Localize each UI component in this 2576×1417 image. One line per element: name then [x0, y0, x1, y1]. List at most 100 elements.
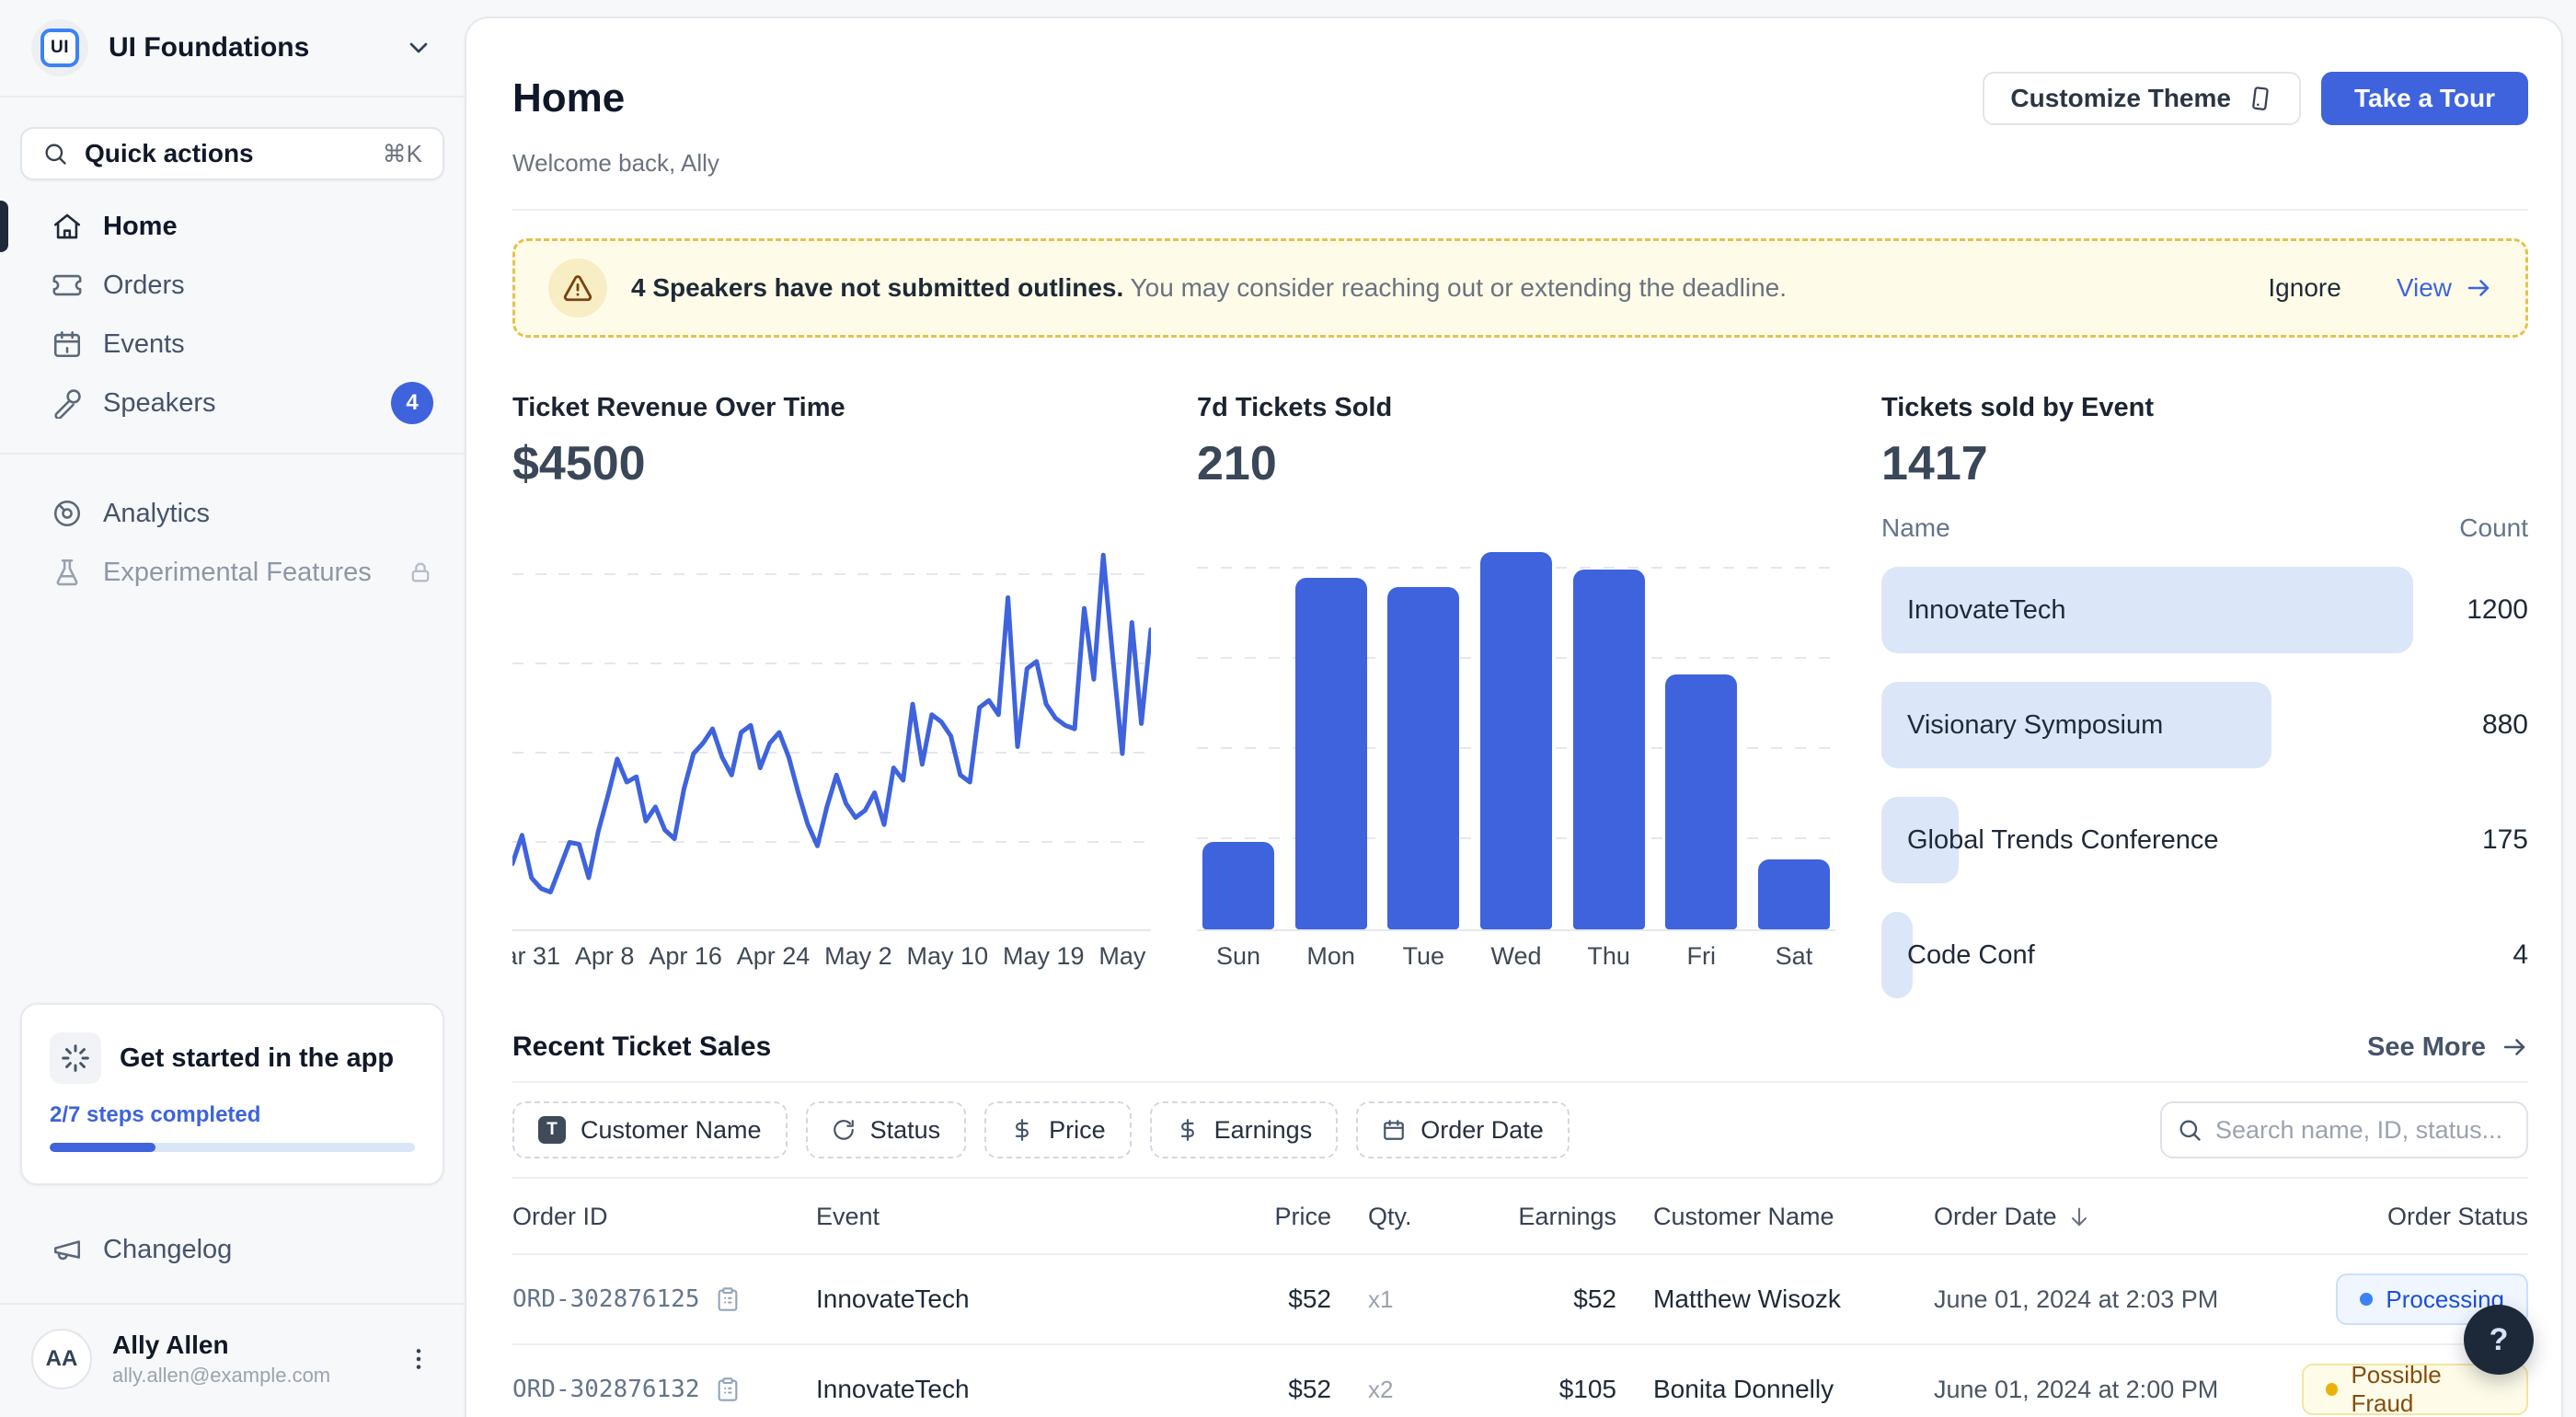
table-row[interactable]: ORD-302876132 InnovateTech $52 x2 $105 B…	[512, 1345, 2528, 1417]
filter-price[interactable]: Price	[984, 1101, 1132, 1158]
event-name: Visionary Symposium	[1907, 709, 2164, 740]
bar-label: Sat	[1775, 942, 1813, 970]
flask-icon	[52, 557, 83, 588]
event-count: 175	[2481, 824, 2528, 855]
tickets-x-axis: Sun Mon Tue Wed Thu Fri Sat	[1197, 942, 1835, 971]
bar-label: Sun	[1215, 942, 1261, 970]
price-cell: $52	[1288, 1285, 1331, 1313]
sidebar-item-experimental-features[interactable]: Experimental Features	[20, 545, 444, 600]
customize-theme-button[interactable]: Customize Theme	[1983, 72, 2301, 125]
filter-customer-name[interactable]: Customer Name	[512, 1101, 788, 1158]
event-name: Code Conf	[1907, 939, 2035, 970]
sidebar-item-changelog[interactable]: Changelog	[20, 1222, 444, 1277]
lock-icon	[408, 559, 433, 585]
bar-thu	[1572, 570, 1645, 929]
stats-section: Ticket Revenue Over Time $4500 Mar 31 Apr…	[512, 393, 2528, 998]
sidebar-item-label: Experimental Features	[103, 557, 372, 587]
ignore-button[interactable]: Ignore	[2268, 273, 2340, 303]
event-name: InnovateTech	[1907, 594, 2066, 625]
view-button[interactable]: View	[2397, 273, 2492, 303]
warning-triangle-icon	[548, 259, 607, 317]
bar-fri	[1665, 674, 1738, 929]
order-id: ORD-302876132	[512, 1376, 700, 1403]
workspace-switcher[interactable]: UI UI Foundations	[0, 0, 465, 96]
progress-fill	[50, 1143, 156, 1152]
sidebar-item-analytics[interactable]: Analytics	[20, 486, 444, 541]
x-tick: May 2	[824, 942, 892, 970]
sidebar-item-events[interactable]: Events	[20, 317, 444, 372]
sidebar-item-label: Home	[103, 211, 178, 241]
banner-message-bold: 4 Speakers have not submitted outlines.	[631, 273, 1124, 302]
donut-chart-icon	[52, 498, 83, 529]
clipboard-copy-icon[interactable]	[715, 1377, 741, 1402]
tickets-bars	[1197, 532, 1835, 929]
customer-cell: Matthew Wisozk	[1653, 1285, 1841, 1313]
banner-message: You may consider reaching out or extendi…	[1130, 273, 1787, 302]
col-qty[interactable]: Qty.	[1331, 1203, 1478, 1231]
filter-label: Order Date	[1420, 1115, 1544, 1144]
bar-label: Mon	[1306, 942, 1355, 970]
event-cell: InnovateTech	[816, 1285, 970, 1313]
filter-order-date[interactable]: Order Date	[1356, 1101, 1570, 1158]
sidebar-item-orders[interactable]: Orders	[20, 258, 444, 313]
bar-mon	[1294, 578, 1367, 929]
divider	[512, 209, 2528, 211]
col-price[interactable]: Price	[1274, 1203, 1331, 1231]
event-count: 1200	[2467, 594, 2528, 625]
quick-actions-label: Quick actions	[85, 139, 254, 167]
sidebar-item-speakers[interactable]: Speakers 4	[20, 375, 444, 431]
kebab-menu-icon[interactable]	[404, 1344, 433, 1374]
bar-sat	[1757, 859, 1830, 929]
col-earnings[interactable]: Earnings	[1518, 1203, 1616, 1231]
sidebar-item-label: Speakers	[103, 387, 216, 418]
ticket-icon	[52, 270, 83, 301]
filter-earnings[interactable]: Earnings	[1149, 1101, 1339, 1158]
qty-cell: x1	[1368, 1285, 1394, 1313]
sidebar: UI UI Foundations Quick actions ⌘K Home	[0, 0, 465, 1417]
get-started-title: Get started in the app	[120, 1043, 395, 1073]
bar-tue	[1387, 587, 1460, 929]
col-event[interactable]: Event	[816, 1203, 1202, 1231]
table-header: Order ID Event Price Qty. Earnings Custo…	[512, 1177, 2528, 1255]
x-tick: Apr 16	[649, 942, 722, 970]
status-dot-icon	[2360, 1293, 2374, 1306]
x-tick: Mar 31	[512, 942, 561, 970]
column-name: Name	[1881, 513, 1950, 542]
event-row: InnovateTech 1200	[1881, 567, 2528, 653]
get-started-card[interactable]: Get started in the app 2/7 steps complet…	[20, 1003, 444, 1185]
event-row: Code Conf 4	[1881, 912, 2528, 998]
revenue-x-axis: Mar 31 Apr 8 Apr 16 Apr 24 May 2 May 10 May 19…	[512, 942, 1151, 971]
tickets-by-event-total: 1417	[1881, 437, 1988, 490]
tickets-sold-chart-card: 7d Tickets Sold 210 Sun Mon Tue Wed Thu Fri Sa…	[1197, 393, 1835, 998]
tickets-by-event-card: Tickets sold by Event 1417 Name Count In…	[1881, 393, 2528, 998]
quick-actions-search[interactable]: Quick actions ⌘K	[20, 127, 444, 180]
dollar-icon	[1010, 1118, 1034, 1142]
col-customer-name[interactable]: Customer Name	[1616, 1203, 1934, 1231]
calendar-icon	[52, 328, 83, 360]
text-icon	[538, 1116, 566, 1144]
page-title: Home	[512, 75, 626, 121]
tickets-sold-total: 210	[1197, 437, 1277, 490]
user-menu[interactable]: AA Ally Allen ally.allen@example.com	[0, 1303, 465, 1417]
filter-status[interactable]: Status	[805, 1101, 967, 1158]
col-order-status[interactable]: Order Status	[2387, 1203, 2528, 1231]
clipboard-copy-icon[interactable]	[715, 1286, 741, 1312]
table-search	[2160, 1101, 2528, 1158]
welcome-text: Welcome back, Ally	[512, 149, 719, 177]
status-dot-icon	[2326, 1383, 2339, 1396]
view-label: View	[2396, 273, 2452, 302]
sort-desc-icon	[2071, 1207, 2087, 1226]
event-row: Visionary Symposium 880	[1881, 682, 2528, 768]
col-order-id[interactable]: Order ID	[512, 1203, 816, 1231]
search-input[interactable]	[2160, 1101, 2528, 1158]
take-a-tour-button[interactable]: Take a Tour	[2320, 72, 2528, 125]
home-icon	[52, 211, 83, 242]
see-more-link[interactable]: See More	[2367, 1032, 2528, 1063]
col-order-date[interactable]: Order Date	[1934, 1203, 2302, 1231]
table-row[interactable]: ORD-302876125 InnovateTech $52 x1 $52 Ma…	[512, 1255, 2528, 1345]
tickets-bar-chart	[1197, 532, 1835, 931]
x-tick: Apr 24	[736, 942, 811, 970]
tickets-sold-title: 7d Tickets Sold	[1197, 393, 1393, 422]
help-button[interactable]: ?	[2464, 1305, 2534, 1375]
sidebar-item-home[interactable]: Home	[0, 199, 444, 254]
